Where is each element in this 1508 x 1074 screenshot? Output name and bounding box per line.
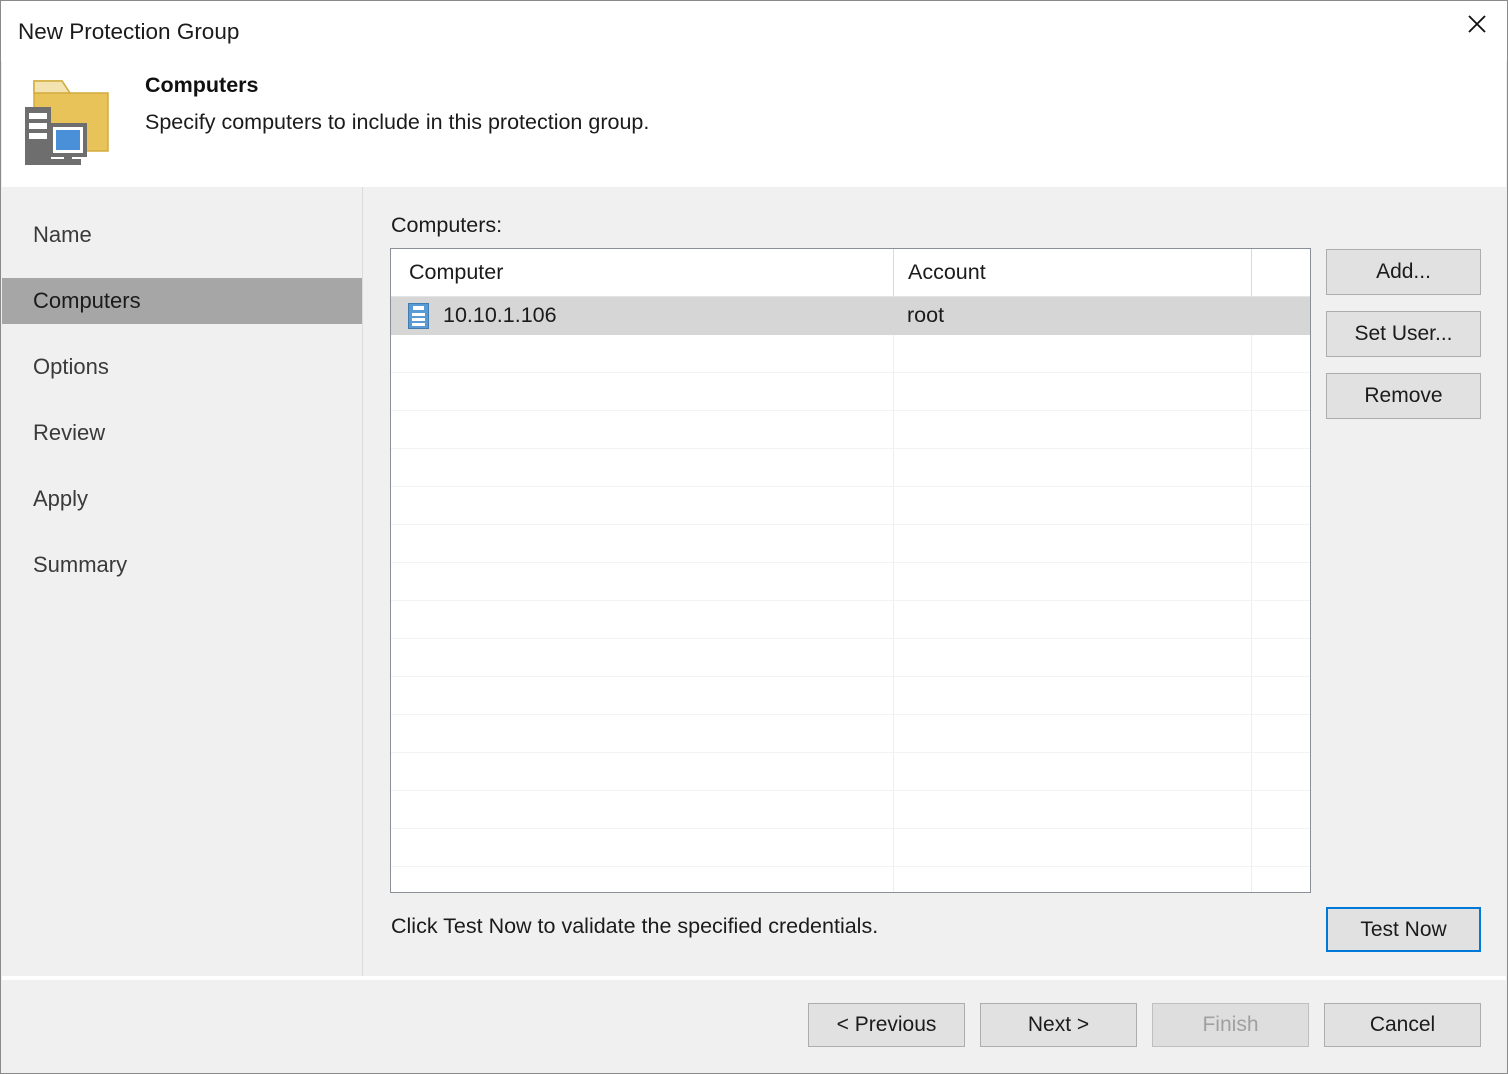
sidebar-item-apply[interactable]: Apply: [2, 476, 362, 522]
sidebar-item-label: Name: [33, 222, 92, 247]
sidebar-item-review[interactable]: Review: [2, 410, 362, 456]
computers-table[interactable]: Computer Account 10.10.1.106 root: [390, 248, 1311, 893]
dialog-header: Computers Specify computers to include i…: [2, 61, 1506, 187]
title-bar: New Protection Group: [1, 1, 1507, 61]
column-header-computer[interactable]: Computer: [391, 249, 893, 296]
finish-button: Finish: [1152, 1003, 1309, 1047]
column-header-account[interactable]: Account: [893, 249, 1251, 296]
table-row[interactable]: [391, 373, 1310, 411]
set-user-button[interactable]: Set User...: [1326, 311, 1481, 357]
credentials-hint: Click Test Now to validate the specified…: [391, 914, 879, 938]
computers-list-label: Computers:: [391, 213, 503, 237]
table-row[interactable]: [391, 639, 1310, 677]
table-row[interactable]: [391, 791, 1310, 829]
sidebar-item-label: Options: [33, 354, 109, 379]
remove-button[interactable]: Remove: [1326, 373, 1481, 419]
page-subtitle: Specify computers to include in this pro…: [145, 110, 650, 134]
table-row[interactable]: [391, 867, 1310, 892]
table-row[interactable]: [391, 525, 1310, 563]
sidebar-item-label: Summary: [33, 552, 128, 577]
page-title: Computers: [145, 73, 259, 97]
window-title: New Protection Group: [18, 19, 240, 44]
table-row[interactable]: [391, 829, 1310, 867]
sidebar-item-label: Computers: [33, 288, 141, 313]
protection-group-computers-icon: [18, 69, 118, 169]
test-now-button[interactable]: Test Now: [1326, 907, 1481, 952]
table-row[interactable]: [391, 601, 1310, 639]
table-row[interactable]: [391, 411, 1310, 449]
server-icon: [408, 303, 429, 329]
sidebar-item-label: Apply: [33, 486, 89, 511]
computers-panel: Computers: Computer Account 10.10.1.106 …: [364, 187, 1506, 976]
table-row[interactable]: [391, 335, 1310, 373]
cancel-button[interactable]: Cancel: [1324, 1003, 1481, 1047]
table-row[interactable]: [391, 677, 1310, 715]
close-icon[interactable]: [1447, 1, 1507, 47]
table-row[interactable]: [391, 715, 1310, 753]
dialog-body: Name Computers Options Review Apply Summ…: [2, 187, 1506, 976]
table-header-row: Computer Account: [391, 249, 1310, 297]
new-protection-group-dialog: New Protection Group Computers Specify c…: [0, 0, 1508, 1074]
table-row[interactable]: [391, 487, 1310, 525]
wizard-steps-sidebar: Name Computers Options Review Apply Summ…: [2, 187, 363, 976]
table-row[interactable]: [391, 449, 1310, 487]
sidebar-item-summary[interactable]: Summary: [2, 542, 362, 588]
sidebar-item-name[interactable]: Name: [2, 212, 362, 258]
table-row[interactable]: 10.10.1.106 root: [391, 297, 1310, 335]
add-button[interactable]: Add...: [1326, 249, 1481, 295]
previous-button[interactable]: < Previous: [808, 1003, 965, 1047]
next-button[interactable]: Next >: [980, 1003, 1137, 1047]
cell-computer: 10.10.1.106: [391, 297, 893, 334]
sidebar-item-label: Review: [33, 420, 106, 445]
dialog-footer: < Previous Next > Finish Cancel: [2, 980, 1506, 1073]
sidebar-item-computers[interactable]: Computers: [2, 278, 362, 324]
cell-computer-text: 10.10.1.106: [443, 303, 557, 327]
column-header-extra[interactable]: [1251, 249, 1310, 296]
table-body: 10.10.1.106 root: [391, 297, 1310, 892]
table-row[interactable]: [391, 753, 1310, 791]
cell-account: root: [907, 303, 945, 327]
sidebar-item-options[interactable]: Options: [2, 344, 362, 390]
table-row[interactable]: [391, 563, 1310, 601]
